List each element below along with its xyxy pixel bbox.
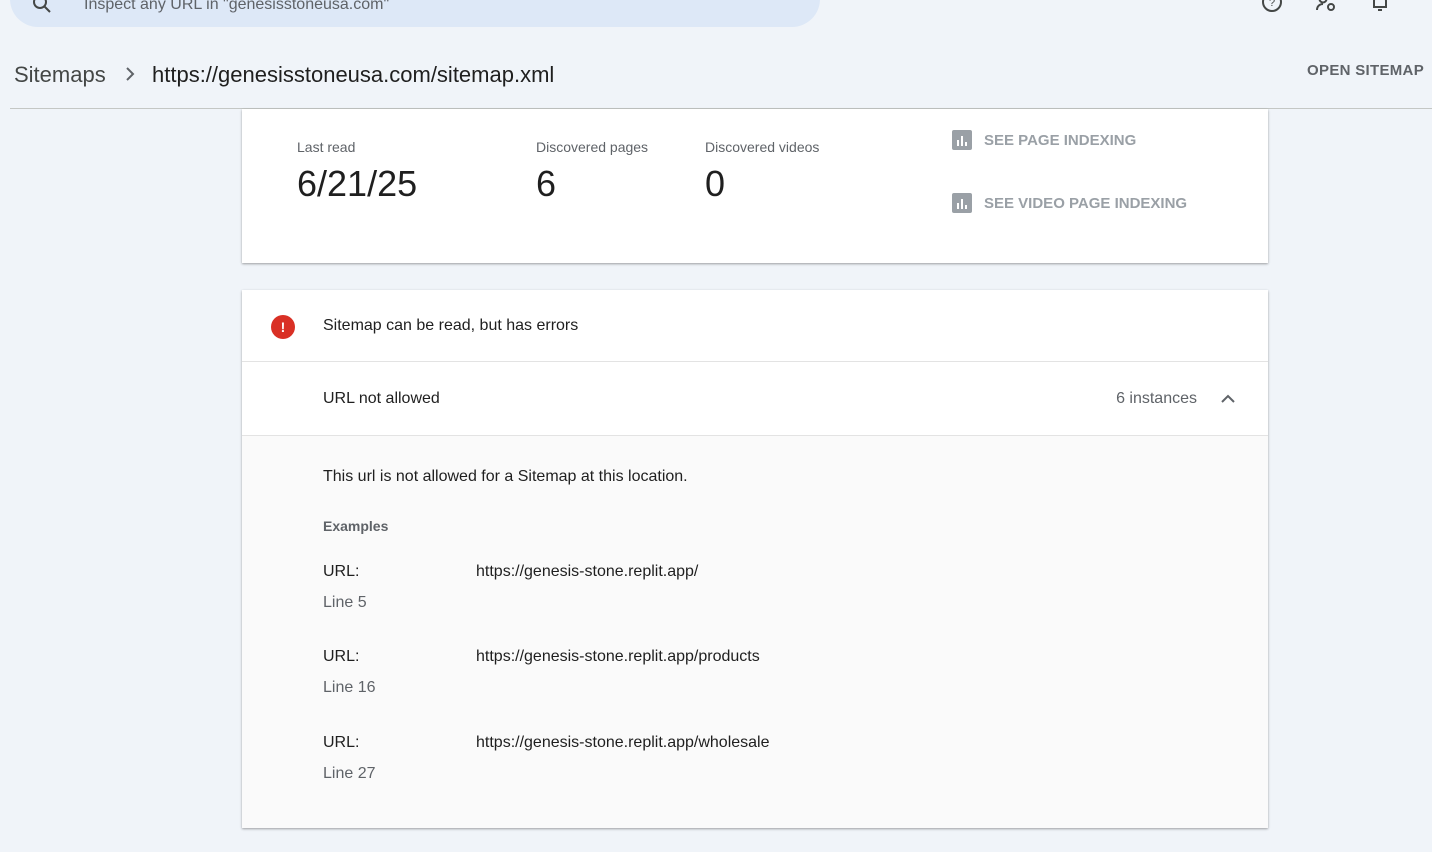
issue-description: This url is not allowed for a Sitemap at… [323, 468, 688, 485]
stat-discovered-videos: Discovered videos 0 [705, 139, 819, 205]
stat-value: 6 [536, 163, 557, 204]
issue-row-url-not-allowed[interactable]: URL not allowed 6 instances [242, 363, 1268, 436]
page-title: https://genesisstoneusa.com/sitemap.xml [152, 62, 555, 87]
bell-icon[interactable] [1368, 0, 1392, 14]
search-icon[interactable] [30, 0, 54, 16]
bar-chart-icon [952, 130, 972, 150]
open-sitemap-button[interactable]: OPEN SITEMAP [1307, 62, 1424, 79]
error-icon: ! [271, 315, 295, 339]
page-header: Sitemaps https://genesisstoneusa.com/sit… [0, 44, 1432, 109]
stat-value: 6/21/25 [297, 163, 418, 204]
example-item: URL: https://genesis-stone.replit.app/wh… [323, 734, 1223, 794]
example-line: Line 16 [323, 679, 376, 696]
manage-users-icon[interactable] [1314, 0, 1338, 14]
example-url[interactable]: https://genesis-stone.replit.app/ [476, 563, 698, 581]
bar-chart-icon [952, 193, 972, 213]
button-label: SEE VIDEO PAGE INDEXING [984, 194, 1188, 212]
see-page-indexing-button[interactable]: SEE PAGE INDEXING [952, 130, 1136, 150]
status-message: Sitemap can be read, but has errors [323, 317, 579, 334]
example-line: Line 27 [323, 765, 376, 782]
issue-name: URL not allowed [323, 390, 440, 407]
examples-heading: Examples [323, 518, 389, 534]
stat-value: 0 [705, 163, 726, 204]
example-key: URL: [323, 734, 360, 751]
stat-discovered-pages: Discovered pages 6 [536, 139, 648, 205]
stat-last-read: Last read 6/21/25 [297, 139, 417, 205]
sitemap-errors-card: ! Sitemap can be read, but has errors UR… [242, 290, 1268, 828]
stat-label: Discovered videos [705, 139, 820, 155]
chevron-up-icon[interactable] [1220, 393, 1236, 405]
example-key: URL: [323, 648, 360, 665]
help-icon[interactable]: ? [1260, 0, 1284, 14]
example-item: URL: https://genesis-stone.replit.app/pr… [323, 648, 1223, 708]
issue-count: 6 instances [1116, 390, 1197, 407]
breadcrumb-sitemaps[interactable]: Sitemaps [14, 62, 106, 88]
issue-details: This url is not allowed for a Sitemap at… [242, 436, 1268, 828]
chevron-right-icon [126, 67, 135, 81]
search-input[interactable]: Inspect any URL in "genesisstoneusa.com" [84, 0, 389, 14]
svg-text:?: ? [1269, 0, 1275, 9]
example-line: Line 5 [323, 594, 367, 611]
top-actions: ? [1260, 0, 1392, 14]
status-header: ! Sitemap can be read, but has errors [242, 290, 1268, 362]
example-item: URL: https://genesis-stone.replit.app/ L… [323, 563, 1223, 623]
stat-label: Discovered pages [536, 139, 649, 155]
example-key: URL: [323, 563, 360, 580]
sitemap-stats-card: Last read 6/21/25 Discovered pages 6 Dis… [242, 109, 1268, 263]
see-video-page-indexing-button[interactable]: SEE VIDEO PAGE INDEXING [952, 193, 1187, 213]
example-url[interactable]: https://genesis-stone.replit.app/product… [476, 648, 760, 666]
stat-label: Last read [297, 139, 356, 155]
button-label: SEE PAGE INDEXING [984, 131, 1137, 149]
url-inspection-search[interactable]: Inspect any URL in "genesisstoneusa.com" [10, 0, 820, 27]
example-url[interactable]: https://genesis-stone.replit.app/wholesa… [476, 734, 770, 752]
